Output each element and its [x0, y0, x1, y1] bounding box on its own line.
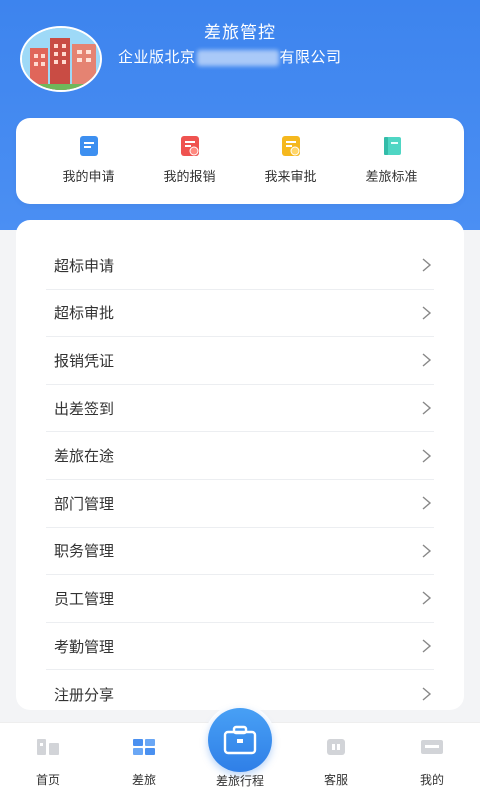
quick-action-label: 我来审批 [264, 170, 317, 185]
tab-customer-service[interactable]: 客服 [288, 723, 384, 800]
chevron-right-icon [422, 544, 432, 558]
menu-item-label: 部门管理 [54, 494, 115, 513]
tab-mine[interactable]: 我的 [384, 723, 480, 800]
menu-item-department-management[interactable]: 部门管理 [46, 480, 434, 528]
menu-item-over-standard-approval[interactable]: 超标审批 [46, 290, 434, 338]
tab-travel[interactable]: 差旅 [96, 723, 192, 800]
quick-action-label: 我的申请 [62, 170, 115, 185]
menu-item-travel-in-progress[interactable]: 差旅在途 [46, 432, 434, 480]
briefcase-icon [223, 725, 257, 755]
menu-item-over-standard-application[interactable]: 超标申请 [46, 242, 434, 290]
menu-list: 超标申请 超标审批 报销凭证 出差签到 差旅在途 部门管理 职务管理 员工管理 [16, 242, 464, 710]
application-doc-icon [79, 136, 98, 156]
menu-item-label: 出差签到 [54, 399, 115, 418]
menu-item-label: 员工管理 [54, 589, 115, 608]
menu-item-attendance-management[interactable]: 考勤管理 [46, 623, 434, 671]
chevron-right-icon [422, 258, 432, 272]
chevron-right-icon [422, 639, 432, 653]
menu-item-label: 差旅在途 [54, 447, 115, 466]
standard-book-icon [383, 137, 401, 155]
tab-label: 差旅 [131, 773, 156, 787]
tab-label: 首页 [35, 773, 60, 787]
menu-item-label: 报销凭证 [54, 351, 115, 370]
quick-action-my-reimbursement[interactable]: 我的报销 [150, 118, 230, 204]
itinerary-fab-button[interactable] [208, 708, 272, 772]
home-icon [37, 739, 59, 755]
quick-action-approve[interactable]: 我来审批 [251, 118, 331, 204]
quick-action-label: 我的报销 [163, 170, 216, 185]
building-illustration-icon [22, 28, 100, 90]
tab-label: 差旅行程 [215, 774, 264, 788]
redacted-text [196, 49, 279, 66]
quick-action-travel-standard[interactable]: 差旅标准 [352, 118, 432, 204]
menu-item-label: 超标申请 [54, 256, 115, 275]
tab-home[interactable]: 首页 [0, 723, 96, 800]
tab-label: 客服 [323, 773, 348, 787]
menu-item-position-management[interactable]: 职务管理 [46, 528, 434, 576]
chevron-right-icon [422, 687, 432, 701]
company-name-suffix: 有限公司 [279, 48, 342, 66]
quick-action-label: 差旅标准 [365, 170, 418, 185]
company-name-prefix: 企业版北京 [118, 48, 196, 66]
travel-grid-icon [133, 739, 155, 755]
quick-action-my-application[interactable]: 我的申请 [49, 118, 129, 204]
chevron-right-icon [422, 353, 432, 368]
profile-card-icon [421, 740, 443, 754]
chevron-right-icon [422, 306, 432, 320]
quick-actions-card: 我的申请 我的报销 我来审批 差旅标准 [16, 118, 464, 204]
menu-item-label: 职务管理 [54, 542, 115, 561]
chevron-right-icon [422, 591, 432, 605]
company-name: 企业版北京 有限公司 [118, 46, 342, 67]
menu-item-reimbursement-voucher[interactable]: 报销凭证 [46, 337, 434, 385]
menu-item-label: 考勤管理 [54, 637, 115, 656]
company-avatar[interactable] [20, 26, 102, 92]
tab-travel-itinerary[interactable] [204, 704, 276, 776]
customer-service-icon [327, 739, 345, 755]
menu-item-label: 超标审批 [54, 304, 115, 323]
tab-label: 我的 [419, 773, 444, 787]
menu-item-label: 注册分享 [54, 685, 115, 704]
menu-item-employee-management[interactable]: 员工管理 [46, 575, 434, 623]
menu-item-trip-check-in[interactable]: 出差签到 [46, 385, 434, 433]
chevron-right-icon [422, 449, 432, 463]
approval-doc-icon [281, 136, 300, 156]
chevron-right-icon [422, 496, 432, 510]
reimbursement-doc-icon [180, 136, 199, 156]
chevron-right-icon [422, 401, 432, 415]
menu-card: 超标申请 超标审批 报销凭证 出差签到 差旅在途 部门管理 职务管理 员工管理 [16, 220, 464, 710]
